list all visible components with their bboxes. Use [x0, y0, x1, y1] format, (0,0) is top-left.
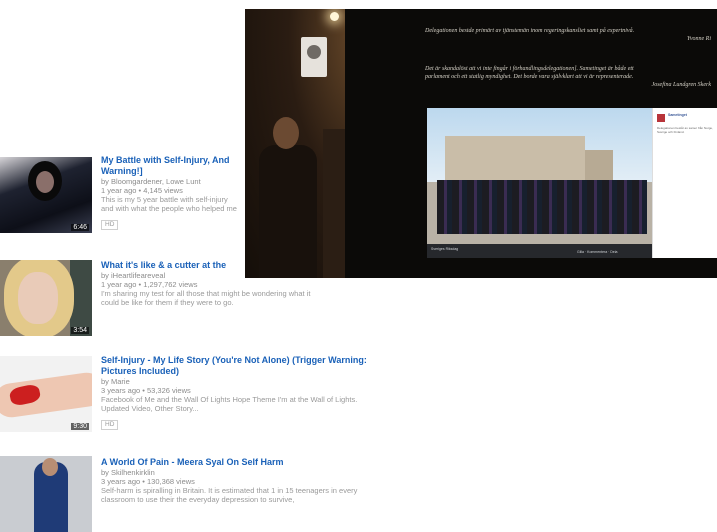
thumbnail-figure-face [36, 171, 54, 193]
presentation-photo: Delegationen bestde primärt av tjänstemä… [245, 9, 717, 278]
slide-quote-1-attribution: Yvonne Ri [687, 36, 711, 42]
presenter-body [259, 145, 317, 278]
video-duration: 3:54 [71, 327, 89, 334]
ceiling-lamp [330, 12, 339, 21]
video-stats: 3 years ago • 130,368 views [101, 477, 195, 486]
building-wing [585, 150, 613, 182]
slide-quote-2-attribution: Josefina Lundgren Skerk [651, 82, 711, 88]
slide-screenshot: Sveriges Riksdag Gilla · Kommentera · De… [427, 108, 717, 258]
video-stats: 1 year ago • 1,297,762 views [101, 280, 198, 289]
video-description-line2: could be like for them if they were to g… [101, 298, 234, 307]
thumbnail-figure-head [42, 458, 58, 476]
slide-quote-2-line2: parlament och ett statlig myndighet. Det… [425, 74, 634, 80]
video-title-line2[interactable]: Pictures Included) [101, 366, 431, 377]
video-thumbnail[interactable] [0, 456, 92, 532]
video-description-line2: classroom to use their the everyday depr… [101, 495, 295, 504]
video-stats: 3 years ago • 53,326 views [101, 386, 191, 395]
presenter [251, 117, 325, 278]
thumbnail-figure-face [18, 272, 58, 324]
video-duration: 9:30 [71, 423, 89, 430]
photo-caption-bar [427, 244, 652, 258]
delegation-group [437, 180, 647, 234]
post-author: Sametinget [668, 113, 687, 117]
post-sidebar: Sametinget Delegationen består av samer … [652, 108, 717, 258]
projection-screen: Delegationen bestde primärt av tjänstemä… [345, 9, 717, 278]
wall-speaker [301, 37, 327, 77]
video-thumbnail[interactable]: 3:54 [0, 260, 92, 336]
post-text: Delegationen består av samer från Norge,… [657, 126, 713, 134]
video-description: Facebook of Me and the Wall Of Lights Ho… [101, 395, 358, 404]
video-channel[interactable]: by Marie [101, 377, 431, 386]
video-meta: Self-Injury - My Life Story (You're Not … [101, 355, 431, 431]
hd-badge: HD [101, 220, 119, 230]
slide-quote-2: Det är skandalöst att vi inte fingår i f… [425, 66, 634, 72]
parliament-building [445, 136, 613, 182]
photo-actions: Gilla · Kommentera · Dela [577, 250, 618, 254]
video-title[interactable]: A World Of Pain - Meera Syal On Self Har… [101, 457, 431, 468]
video-description-line2: Updated Video, Other Story... [101, 404, 199, 413]
video-channel[interactable]: by Skilhenkirklin [101, 468, 431, 477]
hd-badge: HD [101, 420, 119, 430]
photo-caption: Sveriges Riksdag [431, 247, 459, 251]
slide-quote-1: Delegationen bestde primärt av tjänstemä… [425, 28, 635, 34]
video-thumbnail[interactable]: 9:30 [0, 356, 92, 432]
presenter-head [273, 117, 299, 149]
video-duration: 6:46 [71, 224, 89, 231]
avatar [657, 114, 665, 122]
video-description: I'm sharing my test for all those that m… [101, 289, 311, 298]
video-title[interactable]: Self-Injury - My Life Story (You're Not … [101, 355, 431, 366]
speaker-cone [307, 45, 321, 59]
video-thumbnail[interactable]: 6:46 [0, 157, 92, 233]
video-description: Self-harm is spiralling in Britain. It i… [101, 486, 358, 495]
video-meta: A World Of Pain - Meera Syal On Self Har… [101, 457, 431, 504]
